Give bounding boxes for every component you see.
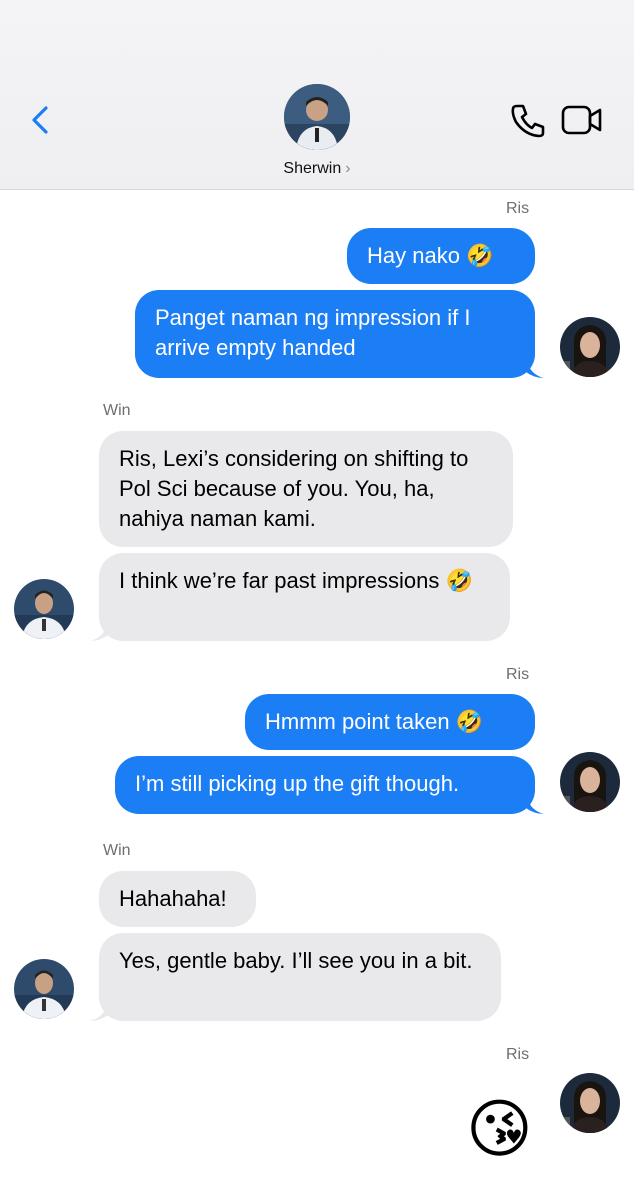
phone-icon	[511, 104, 545, 138]
message-bubble[interactable]: Hahahaha!	[99, 871, 256, 927]
message-bubble[interactable]: I think we’re far past impressions 🤣	[99, 553, 510, 641]
sender-label: Ris	[506, 200, 530, 217]
contact-name: Sherwin ›	[240, 160, 394, 178]
contact-avatar	[284, 84, 350, 150]
message-bubble[interactable]: Hmmm point taken 🤣	[245, 694, 535, 750]
chevron-left-icon	[32, 106, 48, 134]
message-bubble[interactable]: Ris, Lexi’s considering on shifting to P…	[99, 431, 513, 547]
chevron-right-icon: ›	[345, 160, 351, 177]
video-call-button[interactable]	[560, 102, 604, 138]
sender-label: Win	[103, 842, 131, 859]
conversation-header: Sherwin ›	[0, 0, 634, 190]
sender-label: Ris	[506, 666, 530, 683]
emoji-message[interactable]: 😘	[466, 1094, 533, 1164]
avatar[interactable]	[560, 1073, 620, 1133]
sender-label: Ris	[506, 1046, 530, 1063]
avatar[interactable]	[560, 752, 620, 812]
avatar[interactable]	[14, 579, 74, 639]
avatar[interactable]	[560, 317, 620, 377]
bubble-tail	[526, 356, 544, 378]
audio-call-button[interactable]	[508, 100, 548, 140]
message-bubble[interactable]: Panget naman ng impression if I arrive e…	[135, 290, 535, 378]
bubble-tail	[90, 999, 108, 1021]
contact-info-button[interactable]: Sherwin ›	[240, 84, 394, 180]
video-camera-icon	[561, 105, 602, 135]
bubble-tail	[526, 792, 544, 814]
avatar[interactable]	[14, 959, 74, 1019]
message-bubble[interactable]: I’m still picking up the gift though.	[115, 756, 535, 814]
contact-name-text: Sherwin	[283, 160, 342, 177]
back-button[interactable]	[22, 100, 62, 140]
message-bubble[interactable]: Yes, gentle baby. I’ll see you in a bit.	[99, 933, 501, 1021]
bubble-tail	[90, 619, 108, 641]
message-bubble[interactable]: Hay nako 🤣	[347, 228, 535, 284]
sender-label: Win	[103, 402, 131, 419]
